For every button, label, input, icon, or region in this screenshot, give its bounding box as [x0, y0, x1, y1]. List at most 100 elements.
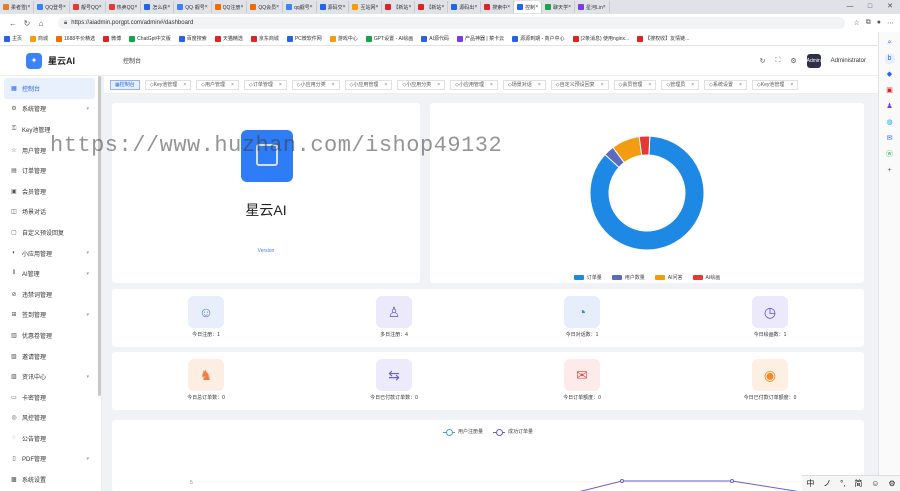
tag-close-icon[interactable]: × — [384, 82, 387, 88]
sidebar-item[interactable]: ◫ 场景对话 — [0, 202, 101, 223]
refresh-icon[interactable]: ↻ — [760, 57, 766, 65]
ime-button[interactable]: ☺ — [871, 479, 879, 488]
sidebar-item[interactable]: ⫴ AI管理 ▾ — [0, 263, 101, 284]
tag-item[interactable]: ◇ 小应用分类 × — [291, 79, 340, 90]
bookmark-item[interactable]: 产品神器 | 菜卡云 — [457, 35, 504, 42]
sidebar-item[interactable]: ◌ 公告管理 — [0, 428, 101, 449]
tag-item[interactable]: ▦ 控制台 — [110, 79, 140, 90]
sidebar-item[interactable]: ▢ 自定义预设回复 — [0, 222, 101, 243]
sidebar-scrollbar[interactable] — [98, 76, 101, 396]
browser-tab[interactable]: 热卖QQ × — [106, 1, 142, 13]
back-icon[interactable]: ← — [6, 19, 20, 28]
tag-icon[interactable]: ◆ — [885, 70, 895, 80]
sidebar-item[interactable]: ⚙ 系统管理 ▾ — [0, 99, 101, 120]
toolbox-icon[interactable]: ▣ — [885, 86, 895, 96]
tab-close-icon[interactable]: × — [240, 4, 243, 10]
sidebar-item[interactable]: ◐ 小应用管理 ▾ — [0, 243, 101, 264]
legend-item[interactable]: 订单量 — [573, 274, 602, 281]
bookmark-item[interactable]: AI源代码 — [421, 35, 449, 42]
tag-close-icon[interactable]: × — [739, 82, 742, 88]
tab-close-icon[interactable]: × — [205, 4, 208, 10]
browser-tab[interactable]: 【新站 × — [382, 1, 416, 13]
browser-tab[interactable]: 【新站 × — [415, 1, 449, 13]
home-icon[interactable]: ⌂ — [34, 19, 48, 28]
sidebar-item[interactable]: ⊘ 违禁词管理 — [0, 284, 101, 305]
reload-icon[interactable]: ↻ — [20, 19, 34, 28]
bookmark-item[interactable]: 商城 — [30, 35, 48, 42]
tag-close-icon[interactable]: × — [279, 82, 282, 88]
tag-close-icon[interactable]: × — [691, 82, 694, 88]
bookmark-item[interactable]: 京东商城 — [250, 35, 279, 42]
bookmark-item[interactable]: 百度搜索 — [178, 35, 207, 42]
bookmark-item[interactable]: ChatGpt中文版 — [129, 35, 171, 42]
tag-item[interactable]: ◇ 场景对话 × — [502, 79, 546, 90]
tag-close-icon[interactable]: × — [538, 82, 541, 88]
tab-close-icon[interactable]: × — [535, 4, 538, 10]
tag-item[interactable]: ◇ Key池管理 × — [144, 79, 192, 90]
profile-icon[interactable]: ● — [877, 19, 881, 27]
data-point[interactable] — [730, 479, 734, 483]
browser-tab[interactable]: 靓号QQ × — [70, 1, 106, 13]
bookmark-item[interactable]: 【搜权收】友情链... — [637, 35, 689, 42]
bing-icon[interactable]: b — [884, 54, 895, 64]
tab-close-icon[interactable]: × — [99, 4, 102, 10]
tag-close-icon[interactable]: × — [183, 82, 186, 88]
tab-close-icon[interactable]: × — [343, 4, 346, 10]
browser-tab[interactable]: QQ·靓号 × — [174, 1, 212, 13]
browser-tab[interactable]: 搜索中 × — [481, 1, 515, 13]
sidebar-item[interactable]: ▭ 卡密管理 — [0, 387, 101, 408]
tab-close-icon[interactable]: × — [134, 4, 137, 10]
tab-close-icon[interactable]: × — [63, 4, 66, 10]
browser-tab[interactable]: 柔者雪| × — [0, 1, 35, 13]
tag-item[interactable]: ◇ 小应用分类 × — [397, 79, 446, 90]
sidebar-item[interactable]: ▨ 资讯中心 ▾ — [0, 366, 101, 387]
bookmark-item[interactable]: 1688平价精选 — [56, 35, 95, 42]
url-field[interactable]: 🔒︎ https://aiadmin.porgpt.com/admin#/das… — [58, 17, 846, 29]
bookmark-item[interactable]: 游戏中心 — [329, 35, 358, 42]
tab-close-icon[interactable]: × — [276, 4, 279, 10]
tab-close-icon[interactable]: × — [310, 4, 313, 10]
browser-tab[interactable]: QQ登号 × — [34, 1, 70, 13]
tab-close-icon[interactable]: × — [474, 4, 477, 10]
tag-close-icon[interactable]: × — [601, 82, 604, 88]
tab-close-icon[interactable]: × — [27, 4, 30, 10]
browser-tab[interactable]: 控制 × — [514, 1, 543, 13]
tag-item[interactable]: ◇ 自定义预设回复 × — [550, 79, 609, 90]
avatar[interactable]: Admin — [806, 53, 821, 68]
drop-icon[interactable]: ⓦ — [885, 150, 895, 160]
tab-close-icon[interactable]: × — [441, 4, 444, 10]
bookmark-item[interactable]: PC微软件网 — [286, 35, 322, 42]
outlook-icon[interactable]: ✉ — [885, 134, 895, 144]
ime-button[interactable]: 中 — [806, 478, 814, 489]
sidebar-item[interactable]: ▩ 系统设置 — [0, 469, 101, 490]
sidebar-item[interactable]: ▦ 控制台 — [4, 78, 95, 99]
ime-button[interactable]: °, — [840, 479, 845, 488]
ime-button[interactable]: ⚙ — [888, 479, 895, 488]
tab-close-icon[interactable]: × — [568, 4, 571, 10]
legend-item[interactable]: 用户数量 — [611, 274, 645, 281]
sidebar-item[interactable]: ▯ PDF管理 ▾ — [0, 449, 101, 470]
ime-button[interactable]: 简 — [854, 478, 862, 489]
bookmark-item[interactable]: 主页 — [4, 35, 22, 42]
tag-item[interactable]: ◇ 小应用管理 × — [344, 79, 393, 90]
tab-close-icon[interactable]: × — [507, 4, 510, 10]
minimize-icon[interactable]: — — [840, 0, 860, 14]
sidebar-item[interactable]: ⊞ 签到管理 ▾ — [0, 305, 101, 326]
browser-tab[interactable]: QQ会员 × — [247, 1, 284, 13]
browser-tab[interactable]: 星河Lin × — [575, 1, 610, 13]
favorite-icon[interactable]: ☆ — [853, 19, 859, 27]
browser-tab[interactable]: qq靓号 × — [283, 1, 317, 13]
settings-gear-icon[interactable]: ⚙ — [790, 57, 796, 65]
tab-close-icon[interactable]: × — [408, 4, 411, 10]
data-point[interactable] — [620, 479, 624, 483]
tag-item[interactable]: ◇ 管理员 × — [661, 79, 700, 90]
browser-tab[interactable]: 聊天学 × — [542, 1, 576, 13]
bookmark-item[interactable]: 源源到期 - 商户中心 — [512, 35, 565, 42]
tag-item[interactable]: ◇ Key池管理 × — [751, 79, 799, 90]
tag-item[interactable]: ◇ 会员管理 × — [613, 79, 657, 90]
admin-name[interactable]: Administrator — [831, 58, 866, 64]
tag-close-icon[interactable]: × — [437, 82, 440, 88]
tag-close-icon[interactable]: × — [648, 82, 651, 88]
browser-tab[interactable]: QQ注册 × — [212, 1, 248, 13]
tag-close-icon[interactable]: × — [332, 82, 335, 88]
